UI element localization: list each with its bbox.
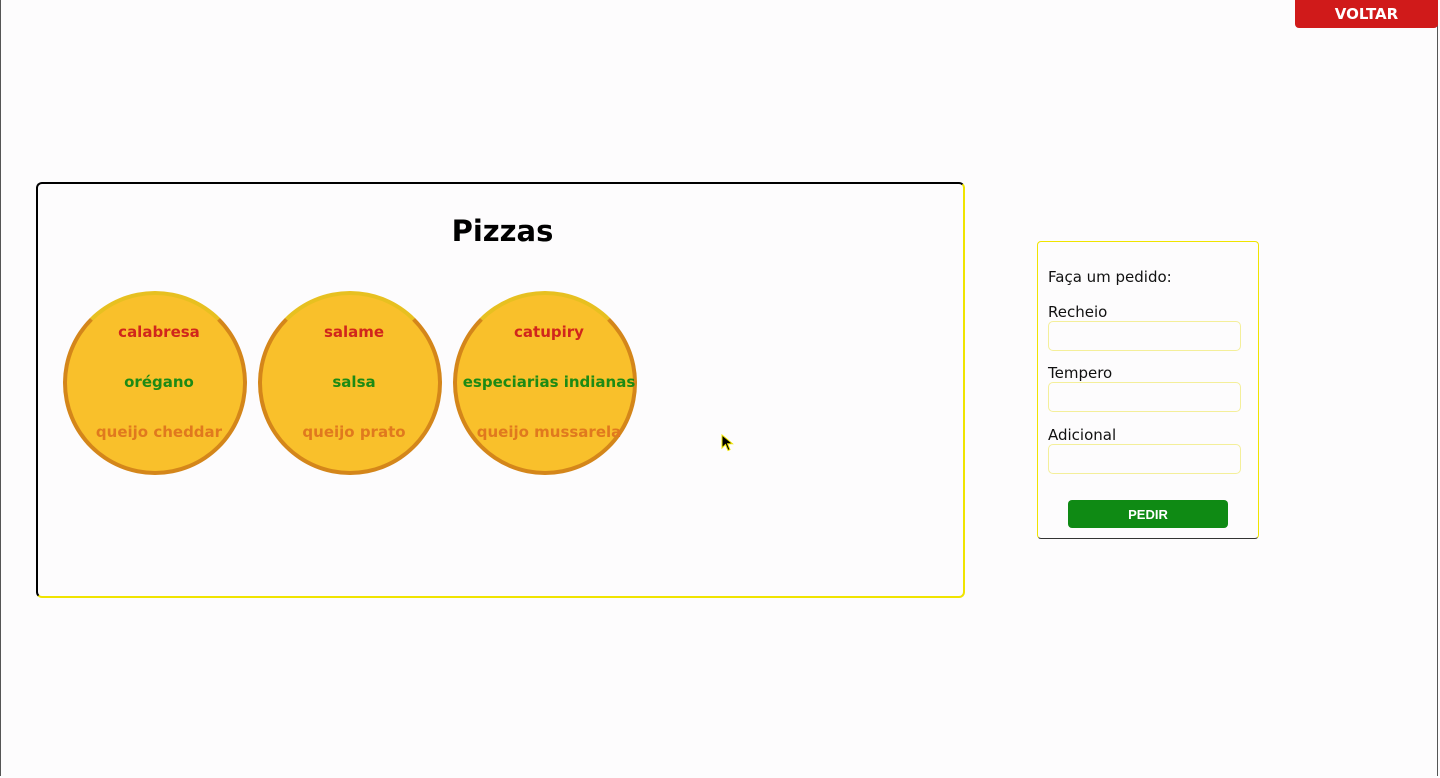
recheio-label: Recheio <box>1048 303 1108 321</box>
back-button[interactable]: VOLTAR <box>1295 0 1438 28</box>
recheio-input[interactable] <box>1048 321 1241 351</box>
pizza-tempero: orégano <box>124 373 194 391</box>
pizza-tempero: salsa <box>332 373 376 391</box>
tempero-input[interactable] <box>1048 382 1241 412</box>
pizzas-panel: Pizzas calabresa orégano queijo cheddar … <box>36 182 965 598</box>
adicional-label: Adicional <box>1048 426 1117 444</box>
pizza-card[interactable]: calabresa orégano queijo cheddar <box>63 291 247 475</box>
pizzas-title: Pizzas <box>451 214 554 248</box>
mouse-pointer-icon <box>721 434 734 452</box>
pedir-button[interactable]: PEDIR <box>1068 500 1228 528</box>
pizza-tempero: especiarias indianas <box>462 373 636 391</box>
pizza-adicional: queijo prato <box>302 423 406 441</box>
pizza-adicional: queijo cheddar <box>95 423 223 441</box>
pizza-card[interactable]: catupiry especiarias indianas queijo mus… <box>453 291 637 475</box>
pizza-recheio: calabresa <box>118 323 200 341</box>
pizza-card[interactable]: salame salsa queijo prato <box>258 291 442 475</box>
order-form: Faça um pedido: Recheio Tempero Adiciona… <box>1037 241 1259 539</box>
pizza-recheio: catupiry <box>514 323 584 341</box>
tempero-label: Tempero <box>1048 364 1113 382</box>
pizza-adicional: queijo mussarela <box>476 423 622 441</box>
adicional-input[interactable] <box>1048 444 1241 474</box>
order-form-title: Faça um pedido: <box>1048 268 1172 286</box>
pizza-recheio: salame <box>323 323 385 341</box>
